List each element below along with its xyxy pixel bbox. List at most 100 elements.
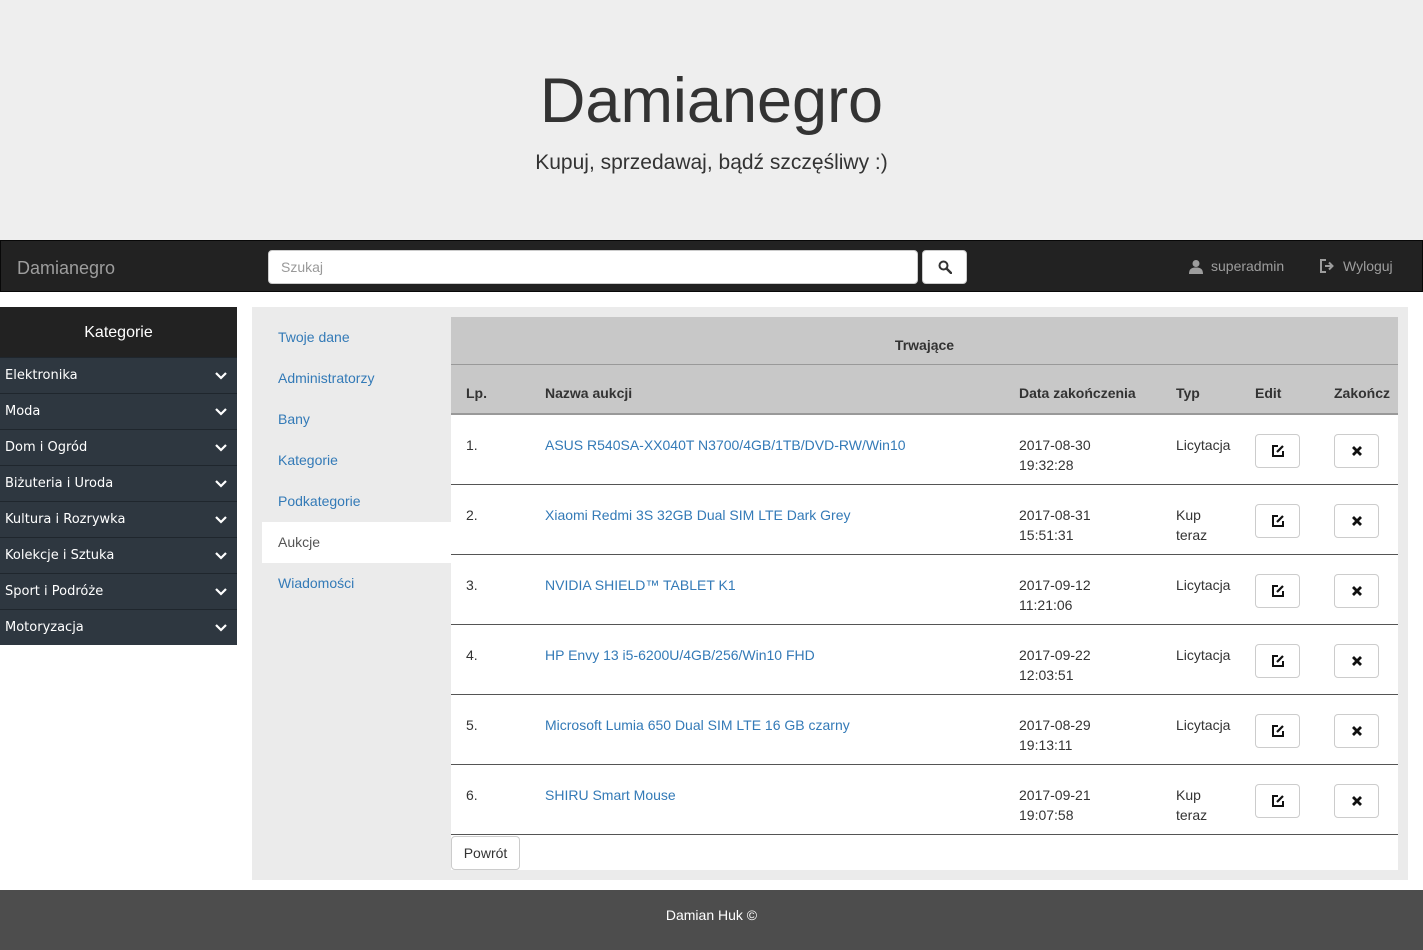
subnav-podkategorie[interactable]: Podkategorie — [262, 481, 451, 522]
row-number: 1. — [466, 437, 478, 453]
auction-link[interactable]: NVIDIA SHIELD™ TABLET K1 — [545, 575, 736, 595]
category-label: Elektronika — [5, 368, 78, 383]
end-auction-button[interactable] — [1334, 504, 1379, 538]
table-row: 4. HP Envy 13 i5-6200U/4GB/256/Win10 FHD… — [451, 625, 1398, 695]
edit-button[interactable] — [1255, 574, 1300, 608]
auction-type-line1: Licytacja — [1176, 577, 1231, 593]
subnav-twoje-dane[interactable]: Twoje dane — [262, 317, 451, 358]
end-date: 2017-08-31 15:51:31 — [1019, 505, 1091, 545]
search-icon — [938, 260, 952, 274]
user-icon — [1189, 259, 1203, 274]
site-tagline: Kupuj, sprzedawaj, bądź szczęśliwy :) — [535, 151, 888, 174]
edit-button[interactable] — [1255, 784, 1300, 818]
subnav-kategorie[interactable]: Kategorie — [262, 440, 451, 481]
end-date-time: 19:07:58 — [1019, 807, 1074, 823]
subnav-wiadomosci[interactable]: Wiadomości — [262, 563, 451, 604]
auction-link[interactable]: HP Envy 13 i5-6200U/4GB/256/Win10 FHD — [545, 645, 815, 665]
category-label: Dom i Ogród — [5, 440, 88, 455]
subnav-bany[interactable]: Bany — [262, 399, 451, 440]
edit-button[interactable] — [1255, 504, 1300, 538]
category-label: Biżuteria i Uroda — [5, 476, 114, 491]
auction-link[interactable]: Microsoft Lumia 650 Dual SIM LTE 16 GB c… — [545, 715, 850, 735]
category-item-dom-i-ogrod[interactable]: Dom i Ogród — [0, 429, 237, 465]
column-header-end-date: Data zakończenia — [1019, 385, 1136, 401]
logout-label: Wyloguj — [1343, 258, 1393, 274]
close-icon — [1351, 656, 1362, 666]
edit-button[interactable] — [1255, 434, 1300, 468]
end-auction-button[interactable] — [1334, 784, 1379, 818]
site-title: Damianegro — [539, 66, 884, 136]
category-item-kultura-i-rozrywka[interactable]: Kultura i Rozrywka — [0, 501, 237, 537]
back-button[interactable]: Powrót — [451, 836, 520, 870]
auction-type: Kup teraz — [1176, 785, 1207, 825]
end-date: 2017-08-30 19:32:28 — [1019, 435, 1091, 475]
auction-type-line1: Licytacja — [1176, 647, 1231, 663]
end-date-day: 2017-08-29 — [1019, 717, 1091, 733]
subnav-administratorzy[interactable]: Administratorzy — [262, 358, 451, 399]
close-icon — [1351, 446, 1362, 456]
edit-icon — [1271, 655, 1284, 667]
column-header-type: Typ — [1176, 385, 1200, 401]
table-header-row: Lp. Nazwa aukcji Data zakończenia Typ Ed… — [451, 365, 1398, 415]
end-date: 2017-09-22 12:03:51 — [1019, 645, 1091, 685]
edit-icon — [1271, 725, 1284, 737]
row-number: 3. — [466, 577, 478, 593]
column-header-lp: Lp. — [466, 385, 487, 401]
edit-button[interactable] — [1255, 714, 1300, 748]
search-button[interactable] — [922, 250, 967, 284]
table-row: 3. NVIDIA SHIELD™ TABLET K1 2017-09-12 11… — [451, 555, 1398, 625]
auction-link[interactable]: SHIRU Smart Mouse — [545, 785, 676, 805]
edit-icon — [1271, 795, 1284, 807]
search-input[interactable] — [268, 250, 918, 284]
category-item-bizuteria-i-uroda[interactable]: Biżuteria i Uroda — [0, 465, 237, 501]
auction-type: Licytacja — [1176, 575, 1230, 595]
navbar-brand[interactable]: Damianegro — [17, 258, 115, 279]
chevron-down-icon — [215, 479, 227, 488]
user-menu-link[interactable]: superadmin — [1189, 258, 1284, 274]
category-sidebar: Kategorie Elektronika Moda Dom i Ogród B… — [0, 307, 237, 645]
auction-link[interactable]: Xiaomi Redmi 3S 32GB Dual SIM LTE Dark G… — [545, 505, 851, 525]
auction-type: Licytacja — [1176, 715, 1230, 735]
end-auction-button[interactable] — [1334, 644, 1379, 678]
end-date-time: 11:21:06 — [1019, 597, 1073, 613]
chevron-down-icon — [215, 551, 227, 560]
logout-icon — [1320, 259, 1334, 273]
category-item-elektronika[interactable]: Elektronika — [0, 357, 237, 393]
category-item-sport-i-podroze[interactable]: Sport i Podróże — [0, 573, 237, 609]
chevron-down-icon — [215, 443, 227, 452]
logout-link[interactable]: Wyloguj — [1319, 258, 1393, 274]
admin-panel: Twoje dane Administratorzy Bany Kategori… — [252, 307, 1408, 880]
close-icon — [1351, 726, 1362, 736]
edit-button[interactable] — [1255, 644, 1300, 678]
category-item-motoryzacja[interactable]: Motoryzacja — [0, 609, 237, 645]
username-label: superadmin — [1211, 258, 1285, 274]
auction-link[interactable]: ASUS R540SA-XX040T N3700/4GB/1TB/DVD-RW/… — [545, 435, 906, 455]
chevron-down-icon — [215, 515, 227, 524]
row-number: 2. — [466, 507, 478, 523]
auction-type: Kup teraz — [1176, 505, 1207, 545]
end-date: 2017-09-21 19:07:58 — [1019, 785, 1091, 825]
auction-type-line1: Kup — [1176, 507, 1201, 523]
end-date: 2017-09-12 11:21:06 — [1019, 575, 1091, 615]
table-caption: Trwające — [451, 317, 1398, 365]
column-header-edit: Edit — [1255, 385, 1282, 401]
auction-type-line1: Licytacja — [1176, 717, 1231, 733]
edit-icon — [1271, 585, 1284, 597]
table-row: 6. SHIRU Smart Mouse 2017-09-21 19:07:58 … — [451, 765, 1398, 835]
auctions-table: Trwające Lp. Nazwa aukcji Data zakończen… — [451, 317, 1398, 870]
end-auction-button[interactable] — [1334, 574, 1379, 608]
auction-type-line1: Kup — [1176, 787, 1201, 803]
column-header-end: Zakończ — [1334, 385, 1391, 401]
column-header-name: Nazwa aukcji — [545, 385, 633, 401]
end-date-time: 15:51:31 — [1019, 527, 1074, 543]
category-label: Kultura i Rozrywka — [5, 512, 126, 527]
auction-type: Licytacja — [1176, 645, 1230, 665]
end-date-day: 2017-09-21 — [1019, 787, 1091, 803]
category-item-kolekcje-i-sztuka[interactable]: Kolekcje i Sztuka — [0, 537, 237, 573]
row-number: 5. — [466, 717, 478, 733]
category-item-moda[interactable]: Moda — [0, 393, 237, 429]
chevron-down-icon — [215, 587, 227, 596]
subnav-aukcje[interactable]: Aukcje — [262, 522, 451, 563]
end-auction-button[interactable] — [1334, 714, 1379, 748]
end-auction-button[interactable] — [1334, 434, 1379, 468]
